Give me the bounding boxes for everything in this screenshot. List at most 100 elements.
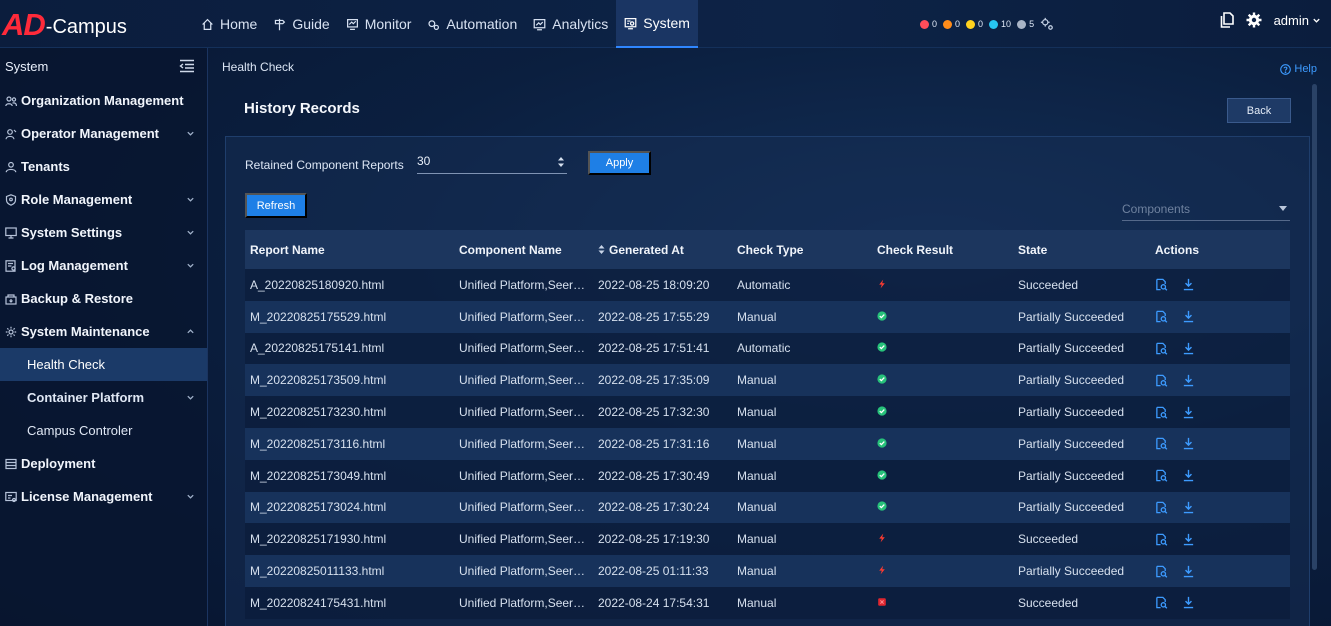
sidebar-header: System	[0, 48, 207, 84]
nav-monitor[interactable]: Monitor	[338, 0, 420, 48]
brand-logo[interactable]: AD -Campus	[2, 8, 127, 40]
view-report-icon[interactable]	[1155, 406, 1168, 419]
view-report-icon[interactable]	[1155, 342, 1168, 355]
table-row[interactable]: M_20220825173049.html Unified Platform,Se…	[245, 459, 1290, 492]
view-report-icon[interactable]	[1155, 278, 1168, 292]
components-select[interactable]: Components	[1122, 199, 1290, 221]
sidebar-subitem-container-platform[interactable]: Container Platform	[0, 381, 207, 414]
check-result-cell	[872, 469, 1013, 483]
user-menu[interactable]: admin	[1274, 13, 1321, 28]
refresh-button[interactable]: Refresh	[245, 193, 307, 218]
download-icon[interactable]	[1182, 278, 1195, 291]
generated-at-cell: 2022-08-25 17:55:29	[598, 309, 710, 324]
component-name-cell: Unified Platform,Seer…	[459, 564, 586, 579]
sidebar-item-license-management[interactable]: License Management	[0, 480, 207, 513]
column-header-generated-at[interactable]: Generated At	[593, 243, 732, 257]
column-header-state[interactable]: State	[1013, 243, 1150, 257]
column-header-component-name[interactable]: Component Name	[454, 243, 593, 257]
view-report-icon[interactable]	[1155, 565, 1168, 578]
view-report-icon[interactable]	[1155, 501, 1168, 514]
state-cell: Succeeded	[1018, 595, 1079, 610]
sidebar-subitem-campus-controler[interactable]: Campus Controler	[0, 414, 207, 447]
view-report-icon[interactable]	[1155, 533, 1168, 546]
state-cell: Partially Succeeded	[1018, 309, 1125, 324]
check-type-cell: Automatic	[737, 341, 791, 356]
column-header-check-result[interactable]: Check Result	[872, 243, 1013, 257]
table-row[interactable]: A_20220825180920.html Unified Platform,Se…	[245, 269, 1290, 301]
actions-cell	[1150, 406, 1290, 419]
collapse-menu-icon[interactable]	[179, 59, 195, 73]
sidebar-item-deployment[interactable]: Deployment	[0, 447, 207, 480]
sort-icon[interactable]	[598, 244, 605, 255]
sidebar-item-system-maintenance[interactable]: System Maintenance	[0, 315, 207, 348]
check-result-cell	[872, 373, 1013, 387]
minor-alert-dot	[966, 19, 976, 29]
table-row[interactable]: M_20220825173230.html Unified Platform,Se…	[245, 396, 1290, 428]
table-row[interactable]: M_20220825011133.html Unified Platform,Se…	[245, 555, 1290, 587]
alert-counters[interactable]: 0 0 0 10 5	[920, 17, 1054, 31]
state-cell: Partially Succeeded	[1018, 468, 1125, 483]
role-icon	[5, 193, 17, 206]
sidebar-item-system-settings[interactable]: System Settings	[0, 216, 207, 249]
document-icon[interactable]	[1220, 12, 1234, 28]
nav-system[interactable]: System	[616, 0, 698, 48]
apply-button[interactable]: Apply	[588, 151, 651, 175]
table-row[interactable]: M_20220825175529.html Unified Platform,Se…	[245, 300, 1290, 333]
download-icon[interactable]	[1182, 565, 1195, 578]
sidebar-item-role-management[interactable]: Role Management	[0, 183, 207, 216]
report-name-cell: M_20220825171930.html	[250, 532, 387, 547]
view-report-icon[interactable]	[1155, 596, 1168, 610]
alert-settings-icon[interactable]	[1040, 17, 1054, 31]
gear-icon[interactable]	[1246, 12, 1262, 28]
nav-home[interactable]: Home	[193, 0, 265, 48]
sidebar-item-organization-management[interactable]: Organization Management	[0, 84, 207, 117]
caret-down-icon	[1279, 206, 1287, 211]
view-report-icon[interactable]	[1155, 437, 1168, 451]
back-button[interactable]: Back	[1227, 98, 1291, 123]
minor-alert-count: 0	[978, 19, 984, 29]
table-row[interactable]: M_20220825171930.html Unified Platform,Se…	[245, 523, 1290, 556]
check-type-cell: Manual	[737, 595, 777, 610]
check-result-cell	[872, 278, 1013, 292]
table-row[interactable]: A_20220825175141.html Unified Platform,Se…	[245, 332, 1290, 365]
download-icon[interactable]	[1182, 374, 1195, 387]
sidebar-item-log-management[interactable]: Log Management	[0, 249, 207, 282]
table-row[interactable]: M_20220824175431.html Unified Platform,Se…	[245, 586, 1290, 619]
view-report-icon[interactable]	[1155, 374, 1168, 387]
download-icon[interactable]	[1182, 437, 1195, 450]
page-scrollbar[interactable]	[1312, 84, 1317, 570]
nav-automation[interactable]: Automation	[419, 0, 525, 48]
download-icon[interactable]	[1182, 406, 1195, 419]
view-report-icon[interactable]	[1155, 469, 1168, 482]
sidebar-item-label: License Management	[21, 489, 153, 504]
sidebar-subitem-label: Container Platform	[27, 390, 145, 405]
download-icon[interactable]	[1182, 501, 1195, 514]
download-icon[interactable]	[1182, 310, 1195, 323]
nav-analytics[interactable]: Analytics	[525, 0, 616, 48]
download-icon[interactable]	[1182, 596, 1195, 609]
sidebar-subitem-label: Campus Controler	[27, 423, 133, 438]
retain-reports-stepper[interactable]: 30	[417, 152, 567, 174]
sidebar-subitem-health-check[interactable]: Health Check	[0, 348, 207, 381]
download-icon[interactable]	[1182, 342, 1195, 355]
column-header-check-type[interactable]: Check Type	[732, 243, 872, 257]
actions-cell	[1150, 310, 1290, 323]
check-result-cell	[872, 500, 1013, 514]
component-name-cell: Unified Platform,Seer…	[459, 373, 586, 388]
download-icon[interactable]	[1182, 469, 1195, 482]
column-header-report-name[interactable]: Report Name	[245, 243, 454, 257]
generated-at-cell: 2022-08-25 18:09:20	[598, 277, 710, 292]
sidebar-item-backup-restore[interactable]: Backup & Restore	[0, 282, 207, 315]
sidebar-item-operator-management[interactable]: Operator Management	[0, 117, 207, 150]
help-link[interactable]: Help	[1280, 63, 1317, 75]
nav-guide[interactable]: Guide	[265, 0, 337, 48]
sidebar-item-tenants[interactable]: Tenants	[0, 150, 207, 183]
table-row[interactable]: M_20220825173116.html Unified Platform,Se…	[245, 427, 1290, 460]
table-row[interactable]: M_20220825173024.html Unified Platform,Se…	[245, 491, 1290, 524]
table-row[interactable]: M_20220825173509.html Unified Platform,Se…	[245, 364, 1290, 397]
top-bar: AD -Campus Home Guide Monitor Automation…	[0, 0, 1331, 48]
view-report-icon[interactable]	[1155, 310, 1168, 323]
download-icon[interactable]	[1182, 533, 1195, 546]
stepper-arrows-icon[interactable]	[557, 155, 565, 169]
backup-icon	[5, 293, 17, 305]
